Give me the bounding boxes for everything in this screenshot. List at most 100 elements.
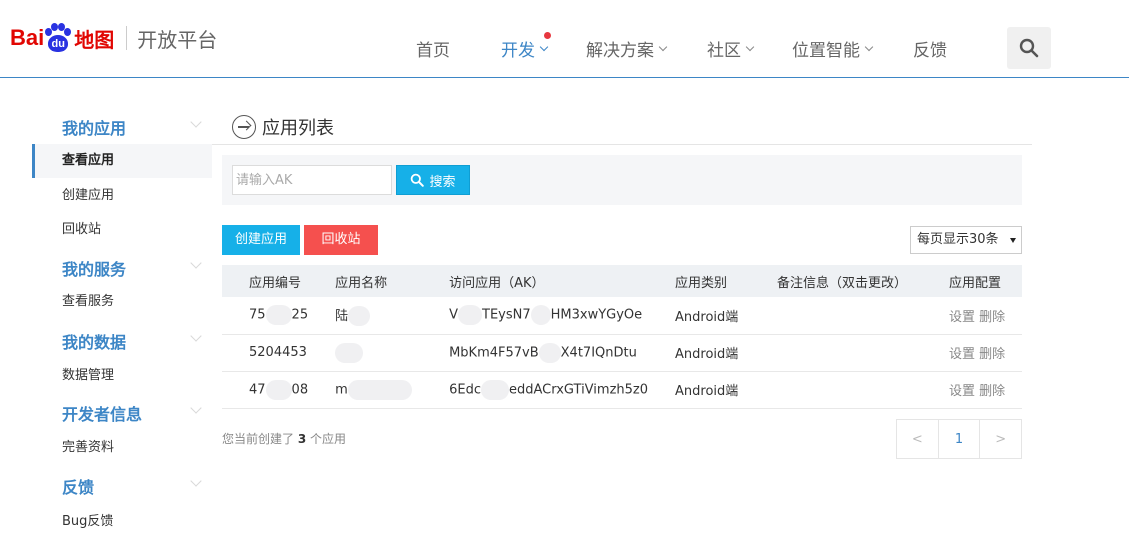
app-id-head: 75 [249, 307, 266, 323]
chevron-down-icon[interactable] [190, 257, 202, 269]
app-type-cell: Android端 [648, 371, 750, 409]
ak-tail: HM3xwYGyOe [550, 307, 643, 323]
app-count-text: 您当前创建了 3 个应用 [222, 430, 346, 447]
caret-down-icon [1010, 238, 1016, 243]
redaction-blur [458, 305, 482, 326]
config-cell: 设置 删除 [922, 334, 1022, 372]
sidebar-group-my-data[interactable]: 我的数据 [62, 329, 126, 353]
nav-solutions-label: 解决方案 [586, 41, 654, 61]
col-config: 应用配置 [922, 265, 1022, 297]
chevron-down-icon[interactable] [190, 475, 202, 487]
search-button[interactable]: 搜索 [396, 165, 470, 195]
redaction-blur [348, 306, 371, 326]
table-row: 47 08 m 6Edc eddACrxGTiVimzh5z0 Android端 设… [222, 371, 1022, 409]
chevron-down-icon [539, 42, 549, 51]
chevron-down-icon [864, 42, 874, 51]
sidebar-group-my-services[interactable]: 我的服务 [62, 256, 126, 280]
nav-home[interactable]: 首页 [416, 36, 450, 61]
ak-head: 6Edc [449, 382, 481, 397]
sidebar-group-developer-info[interactable]: 开发者信息 [62, 401, 142, 425]
prev-page-button[interactable]: < [897, 420, 938, 458]
sidebar-item-bug-feedback[interactable]: Bug反馈 [32, 505, 212, 537]
ak-head: MbKm4F57vB [449, 345, 539, 360]
sidebar-item-recycle-bin[interactable]: 回收站 [32, 213, 212, 247]
chevron-down-icon[interactable] [190, 330, 202, 342]
col-ak: 访问应用（AK） [422, 265, 648, 297]
app-count-prefix: 您当前创建了 [222, 432, 295, 446]
platform-title: 开放平台 [137, 27, 218, 52]
ak-search-input[interactable] [232, 165, 392, 195]
baidu-map-logo[interactable]: Bai du 地图 开放平台 [10, 18, 217, 58]
baidu-paw-icon: du [45, 23, 72, 53]
note-cell[interactable] [750, 297, 922, 335]
app-count-suffix: 个应用 [310, 432, 347, 446]
pagination: < 1 > [896, 419, 1022, 459]
search-icon [1019, 38, 1039, 58]
ak-head: V [449, 307, 458, 323]
nav-location-ai-label: 位置智能 [792, 41, 860, 61]
redaction-blur [538, 342, 561, 363]
table-header-row: 应用编号 应用名称 访问应用（AK） 应用类别 备注信息（双击更改） 应用配置 [222, 265, 1022, 297]
redaction-blur [335, 342, 364, 363]
app-name-cell: 陆 [308, 297, 423, 335]
app-type-cell: Android端 [648, 334, 750, 372]
ak-mid: TEysN7 [482, 307, 531, 323]
recycle-bin-button[interactable]: 回收站 [304, 225, 378, 255]
app-name: m [335, 382, 348, 397]
app-name-cell [308, 334, 423, 372]
per-page-select[interactable]: 每页显示30条 [910, 226, 1022, 254]
col-app-id: 应用编号 [222, 265, 309, 297]
app-name-cell: m [308, 371, 423, 409]
nav-solutions[interactable]: 解决方案 [586, 36, 668, 61]
next-page-button[interactable]: > [979, 420, 1021, 458]
sidebar-group-feedback[interactable]: 反馈 [62, 474, 94, 498]
header-search-button[interactable] [1007, 27, 1051, 69]
sidebar-item-view-services[interactable]: 查看服务 [32, 285, 212, 319]
note-cell[interactable] [750, 334, 922, 372]
sidebar-group-my-apps[interactable]: 我的应用 [62, 115, 126, 139]
logo-map-text: 地图 [74, 27, 115, 52]
create-app-button[interactable]: 创建应用 [222, 225, 300, 255]
ak-tail: X4t7IQnDtu [560, 345, 637, 360]
logo-bai-text: Bai [10, 25, 45, 50]
app-table: 应用编号 应用名称 访问应用（AK） 应用类别 备注信息（双击更改） 应用配置 … [222, 265, 1022, 409]
sidebar-item-create-app[interactable]: 创建应用 [32, 179, 212, 213]
app-id-tail: 25 [291, 307, 309, 323]
ak-cell: MbKm4F57vB X4t7IQnDtu [422, 334, 648, 372]
chevron-down-icon[interactable] [190, 116, 202, 128]
app-id-cell: 5204453 [222, 334, 309, 372]
redaction-blur [265, 305, 292, 326]
redaction-blur [347, 379, 412, 400]
settings-link[interactable]: 设置 [949, 347, 975, 362]
delete-link[interactable]: 删除 [979, 347, 1005, 362]
page-title-row: 应用列表 [232, 114, 334, 140]
col-app-type: 应用类别 [648, 265, 750, 297]
notification-dot [544, 32, 551, 39]
table-row: 75 25 陆 V TEysN7 HM3xwYGyOe Android端 设置 删除 [222, 297, 1022, 335]
page-number-button[interactable]: 1 [937, 420, 980, 458]
delete-link[interactable]: 删除 [979, 310, 1005, 325]
chevron-down-icon[interactable] [190, 402, 202, 414]
settings-link[interactable]: 设置 [949, 384, 975, 399]
app-id-cell: 47 08 [222, 371, 309, 409]
col-note: 备注信息（双击更改） [750, 265, 922, 297]
sidebar-item-view-apps[interactable]: 查看应用 [32, 144, 212, 178]
sidebar-item-complete-profile[interactable]: 完善资料 [32, 431, 212, 465]
top-header: Bai du 地图 开放平台 首页 开发 解决方案 社区 位置智能 反馈 [0, 0, 1129, 78]
config-cell: 设置 删除 [922, 371, 1022, 409]
settings-link[interactable]: 设置 [949, 310, 975, 325]
logo-divider [126, 26, 128, 50]
nav-community[interactable]: 社区 [707, 36, 755, 61]
redaction-blur [480, 379, 509, 400]
title-divider [212, 144, 1032, 145]
table-row: 5204453 MbKm4F57vB X4t7IQnDtu Android端 设置… [222, 334, 1022, 372]
logo-du-text: du [48, 35, 69, 52]
note-cell[interactable] [750, 371, 922, 409]
app-count-number: 3 [297, 432, 307, 446]
search-icon [411, 173, 425, 187]
nav-feedback[interactable]: 反馈 [913, 36, 947, 61]
nav-location-ai[interactable]: 位置智能 [792, 36, 874, 61]
delete-link[interactable]: 删除 [979, 384, 1005, 399]
nav-develop[interactable]: 开发 [501, 32, 551, 61]
sidebar-item-data-management[interactable]: 数据管理 [32, 359, 212, 393]
